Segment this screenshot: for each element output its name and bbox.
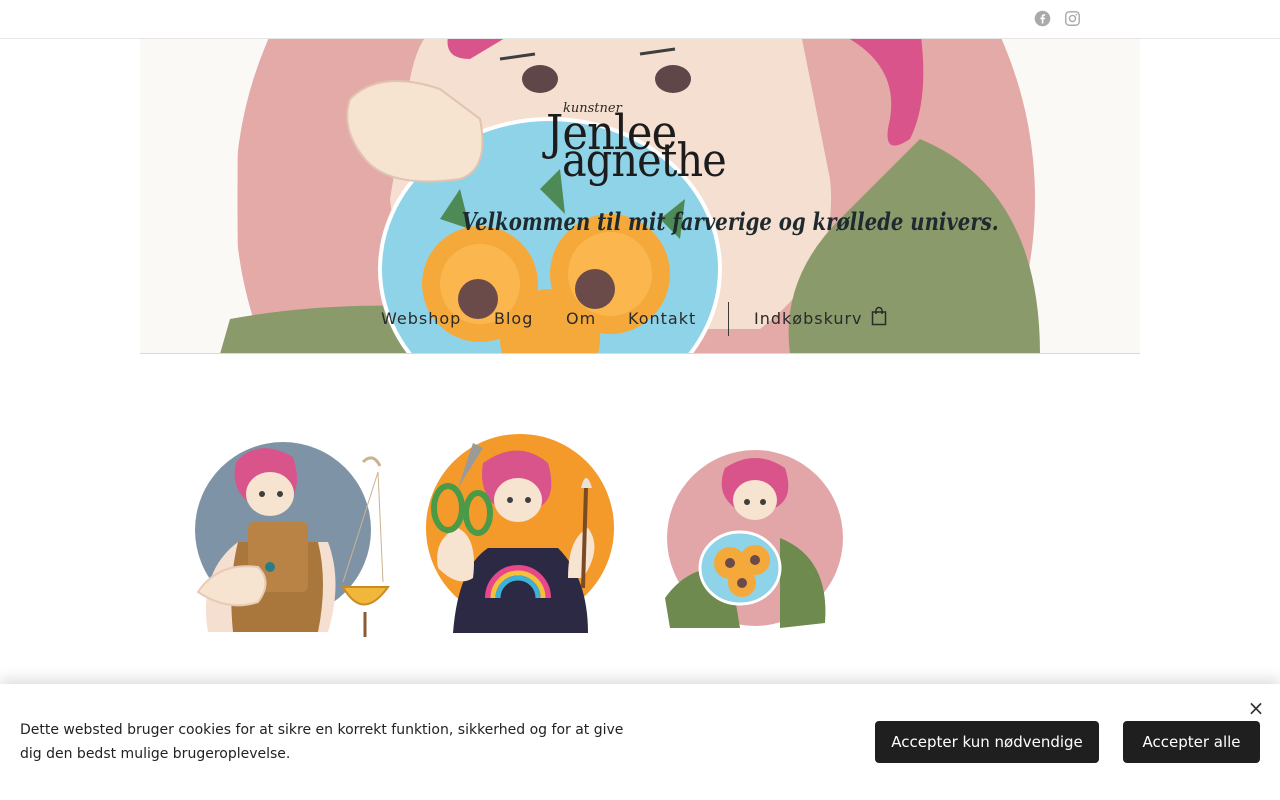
instagram-icon[interactable]	[1064, 10, 1081, 27]
nav-kontakt[interactable]: Kontakt	[628, 307, 696, 331]
cookie-message: Dette websted bruger cookies for at sikr…	[20, 722, 624, 762]
illustration-plant-hanger	[178, 432, 393, 641]
nav-divider	[728, 302, 729, 336]
hero-banner: kunstner Jenlee agnethe Velkommen til mi…	[140, 39, 1140, 354]
nav-blog[interactable]: Blog	[494, 307, 533, 331]
facebook-icon[interactable]	[1034, 10, 1051, 27]
close-icon[interactable]: ×	[1246, 698, 1266, 718]
accept-necessary-button[interactable]: Accepter kun nødvendige	[875, 721, 1099, 763]
illustration-sunflowers	[660, 448, 850, 632]
nav-cart[interactable]: Indkøbskurv	[754, 307, 863, 331]
accept-all-button[interactable]: Accepter alle	[1123, 721, 1260, 763]
hero-tagline: Velkommen til mit farverige og krøllede …	[461, 207, 999, 236]
logo-name-line2[interactable]: agnethe	[562, 137, 727, 183]
cookie-banner: × Dette websted bruger cookies for at si…	[0, 684, 1280, 800]
shopping-bag-icon[interactable]	[871, 306, 887, 326]
illustration-scissors-brush	[418, 428, 623, 642]
nav-webshop[interactable]: Webshop	[381, 307, 461, 331]
nav-om[interactable]: Om	[566, 307, 596, 331]
top-bar	[0, 0, 1280, 39]
